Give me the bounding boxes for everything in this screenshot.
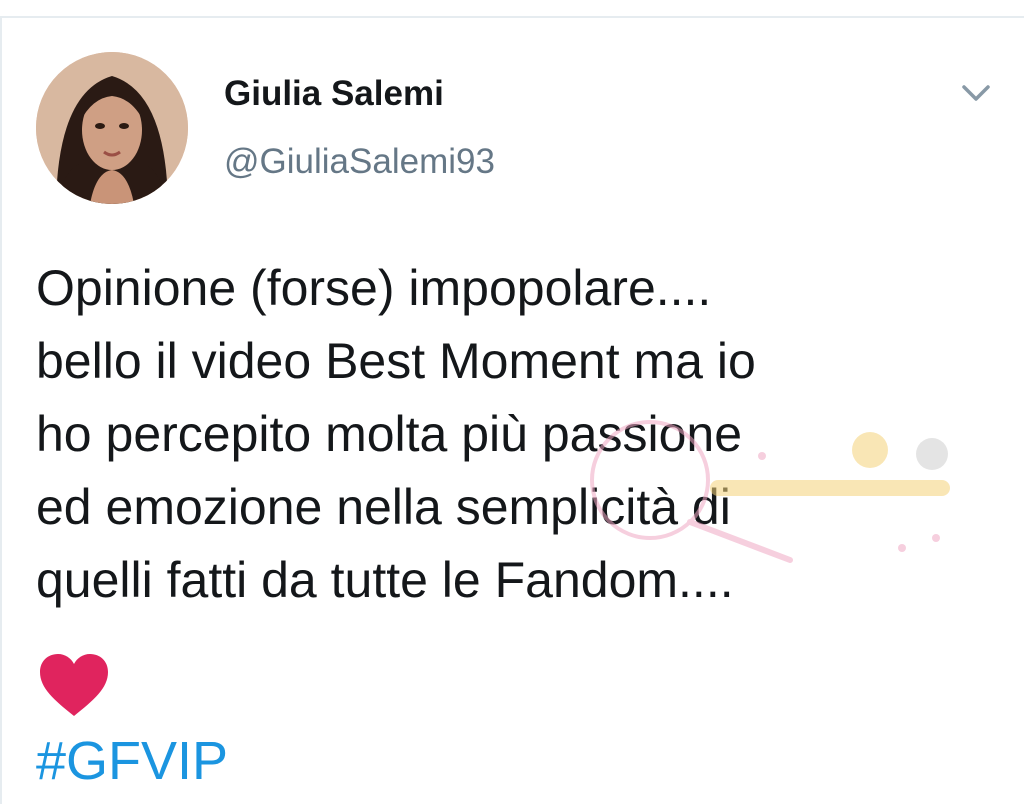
left-divider <box>0 16 2 804</box>
tweet-text-line: Opinione (forse) impopolare.... <box>36 260 712 316</box>
tweet-text-line: ed emozione nella semplicità di <box>36 479 731 535</box>
tweet-text-line: bello il video Best Moment ma io <box>36 333 756 389</box>
tweet-screenshot: Giulia Salemi @GiuliaSalemi93 Opinione (… <box>0 0 1024 804</box>
chevron-down-icon <box>962 85 990 101</box>
tweet-text: Opinione (forse) impopolare.... bello il… <box>36 252 976 617</box>
tweet-text-line: quelli fatti da tutte le Fandom.... <box>36 552 734 608</box>
display-name[interactable]: Giulia Salemi <box>224 74 444 114</box>
heart-emoji <box>36 650 112 720</box>
tweet-menu-button[interactable] <box>956 78 996 108</box>
avatar[interactable] <box>36 52 188 204</box>
profile-photo-icon <box>36 52 188 204</box>
tweet-text-line: ho percepito molta più passione <box>36 406 743 462</box>
red-heart-icon <box>40 654 108 716</box>
hashtag-link[interactable]: #GFVIP <box>36 730 228 792</box>
top-divider <box>0 16 1024 18</box>
user-handle[interactable]: @GiuliaSalemi93 <box>224 142 495 182</box>
